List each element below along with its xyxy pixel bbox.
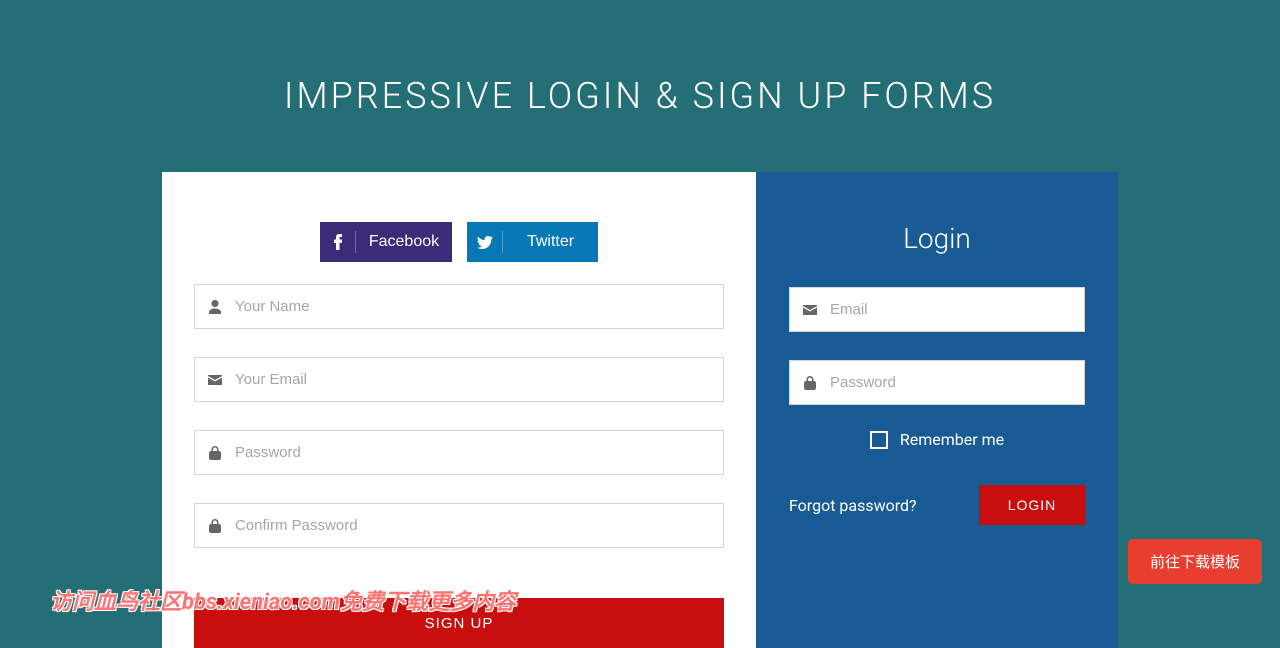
download-template-button[interactable]: 前往下载模板 xyxy=(1128,539,1262,584)
twitter-icon xyxy=(467,231,503,253)
signup-name-input[interactable] xyxy=(235,285,723,328)
login-submit-button[interactable]: LOGIN xyxy=(979,485,1085,525)
signup-name-group xyxy=(194,284,724,329)
page-title: IMPRESSIVE LOGIN & SIGN UP FORMS xyxy=(0,0,1280,172)
login-email-input[interactable] xyxy=(830,288,1084,331)
facebook-label: Facebook xyxy=(356,233,452,251)
signup-confirm-group xyxy=(194,503,724,548)
signup-password-group xyxy=(194,430,724,475)
social-buttons-row: Facebook Twitter xyxy=(194,222,724,262)
form-container: Facebook Twitter xyxy=(162,172,1118,648)
login-password-group xyxy=(789,360,1085,405)
twitter-button[interactable]: Twitter xyxy=(467,222,598,262)
lock-icon xyxy=(195,446,235,460)
login-panel: Login Remember me Forgot password? LOGIN xyxy=(756,172,1118,648)
user-icon xyxy=(195,300,235,314)
remember-label: Remember me xyxy=(900,430,1004,449)
signup-panel: Facebook Twitter xyxy=(162,172,756,648)
signup-confirm-input[interactable] xyxy=(235,504,723,547)
forgot-password-link[interactable]: Forgot password? xyxy=(789,496,917,515)
signup-email-input[interactable] xyxy=(235,358,723,401)
mail-icon xyxy=(195,375,235,385)
lock-icon xyxy=(790,376,830,390)
facebook-button[interactable]: Facebook xyxy=(320,222,452,262)
login-heading: Login xyxy=(789,222,1085,255)
remember-row: Remember me xyxy=(789,430,1085,449)
twitter-label: Twitter xyxy=(503,233,598,251)
facebook-icon xyxy=(320,231,356,253)
signup-submit-button[interactable]: SIGN UP xyxy=(194,598,724,648)
mail-icon xyxy=(790,305,830,315)
login-actions: Forgot password? LOGIN xyxy=(789,485,1085,525)
remember-checkbox[interactable] xyxy=(870,431,888,449)
login-password-input[interactable] xyxy=(830,361,1084,404)
signup-email-group xyxy=(194,357,724,402)
login-email-group xyxy=(789,287,1085,332)
signup-password-input[interactable] xyxy=(235,431,723,474)
lock-icon xyxy=(195,519,235,533)
